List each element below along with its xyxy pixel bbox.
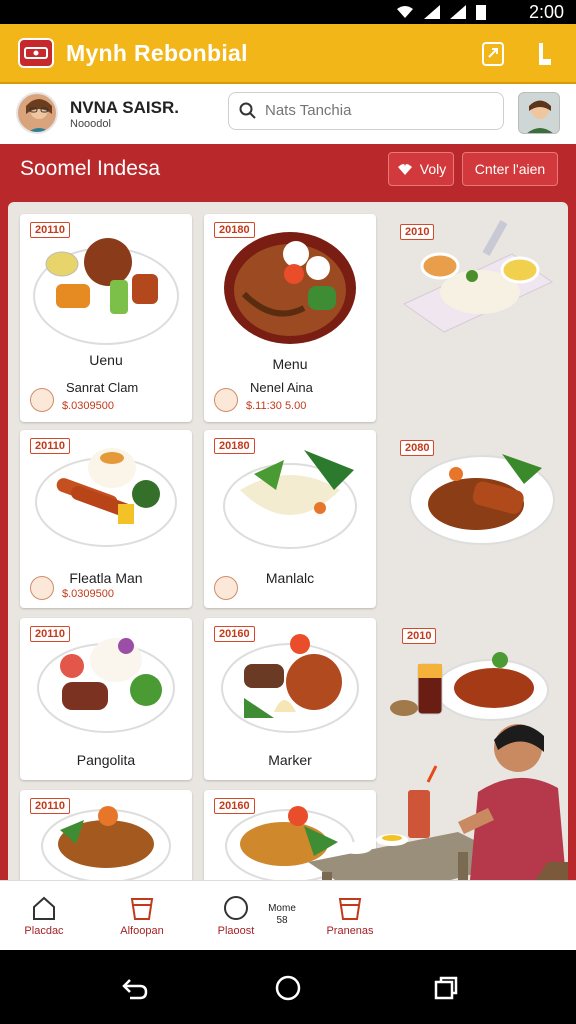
menu-card[interactable]: 20110 Fleatla Man $.0309500 — [20, 430, 192, 608]
featured-badge: 2010 — [400, 224, 435, 240]
home-circle-icon — [275, 975, 301, 1001]
nav-orders[interactable]: Pranenas — [302, 881, 398, 951]
search-box[interactable] — [228, 92, 504, 130]
signal-icon — [424, 5, 440, 19]
wifi-icon — [397, 6, 413, 18]
card-subtitle: Sanrat Clam — [66, 380, 139, 395]
card-title: Fleatla Man — [69, 570, 143, 586]
search-icon — [239, 102, 256, 119]
user-subtitle: Nooodol — [70, 118, 111, 130]
bookmark-button[interactable] — [532, 40, 558, 68]
nav-cart[interactable]: Alfoopan — [94, 881, 190, 951]
menu-grid: 20110 Uenu Sanrat Clam $.0309500 20180 M… — [8, 202, 568, 880]
battery-icon — [476, 5, 486, 20]
section-header: Soomel Indesa Voly Cnter l'aien — [0, 144, 576, 194]
section-title: Soomel Indesa — [20, 157, 161, 180]
app-title: Mynh Rebonbial — [66, 40, 248, 66]
card-title: Pangolita — [76, 752, 136, 768]
voly-button-label: Voly — [419, 161, 447, 177]
featured-dish[interactable]: 2080 — [392, 434, 562, 554]
voly-button[interactable]: Voly — [388, 152, 454, 186]
enter-button[interactable]: Cnter l'aien — [462, 152, 558, 186]
status-time: 2:00 — [528, 2, 564, 22]
back-icon — [122, 979, 148, 1000]
nav-extra-line-2: 58 — [276, 915, 288, 926]
card-badge: 20160 — [214, 626, 255, 642]
cup-icon — [130, 898, 154, 920]
dish-icon — [30, 388, 54, 412]
card-badge: 20110 — [30, 222, 70, 238]
card-title: Uenu — [89, 352, 123, 368]
enter-button-label: Cnter l'aien — [474, 161, 546, 177]
nav-search-label: Plaoost — [217, 925, 255, 937]
system-nav-bar — [0, 950, 576, 1024]
profile-bar: NVNA SAISR. Nooodol — [0, 84, 576, 144]
share-button[interactable] — [480, 40, 506, 68]
back-button[interactable] — [118, 972, 150, 1004]
bottom-nav: Placdac Alfoopan Plaoost Mome 58 Pranena… — [0, 880, 576, 950]
card-badge: 20160 — [214, 798, 255, 814]
share-icon — [482, 42, 504, 66]
card-badge: 20110 — [30, 798, 70, 814]
search-input[interactable] — [265, 102, 485, 119]
featured-dish[interactable]: 2010 — [392, 214, 562, 344]
status-icons — [396, 4, 486, 20]
card-badge: 20180 — [214, 438, 255, 454]
menu-card[interactable]: 20110 — [20, 790, 192, 880]
card-title: Menu — [272, 356, 308, 372]
recents-button[interactable] — [430, 972, 462, 1004]
nav-home-label: Placdac — [24, 925, 64, 937]
card-title: Manlalc — [265, 570, 315, 586]
card-price: $.0309500 — [62, 588, 114, 600]
menu-card[interactable]: 20180 Menu Nenel Aina $.11:30 5.00 — [204, 214, 376, 422]
menu-card[interactable]: 20110 Pangolita — [20, 618, 192, 780]
flower-icon — [397, 164, 412, 175]
app-bar: Mynh Rebonbial — [0, 24, 576, 84]
card-price: $.11:30 5.00 — [246, 400, 307, 412]
home-button[interactable] — [272, 972, 304, 1004]
featured-badge: 2010 — [402, 628, 437, 644]
profile-thumbnail[interactable] — [518, 92, 560, 134]
card-subtitle: Nenel Aina — [250, 380, 313, 395]
card-price: $.0309500 — [62, 400, 114, 412]
nav-home[interactable]: Placdac — [0, 881, 92, 951]
user-name: NVNA SAISR. — [70, 98, 179, 117]
bookmark-icon — [539, 43, 551, 65]
menu-card[interactable]: 20180 Manlalc — [204, 430, 376, 608]
card-badge: 20180 — [214, 222, 255, 238]
card-badge: 20110 — [30, 438, 70, 454]
user-avatar[interactable] — [16, 92, 58, 134]
status-bar: 2:00 — [0, 0, 576, 24]
app-logo-icon — [18, 38, 54, 68]
diner-illustration — [308, 724, 568, 880]
recents-icon — [434, 976, 458, 1000]
nav-extra-line-1: Mome — [268, 903, 296, 914]
menu-card[interactable]: 20110 Uenu Sanrat Clam $.0309500 — [20, 214, 192, 422]
nav-orders-label: Pranenas — [326, 925, 374, 937]
nav-cart-label: Alfoopan — [120, 925, 164, 937]
circle-icon — [224, 896, 248, 920]
signal-icon-2 — [450, 5, 466, 19]
home-icon — [33, 896, 55, 920]
content-area: 20110 Uenu Sanrat Clam $.0309500 20180 M… — [0, 194, 576, 880]
card-badge: 20110 — [30, 626, 70, 642]
dish-icon — [214, 388, 238, 412]
cup-icon — [338, 898, 362, 920]
featured-badge: 2080 — [400, 440, 435, 456]
